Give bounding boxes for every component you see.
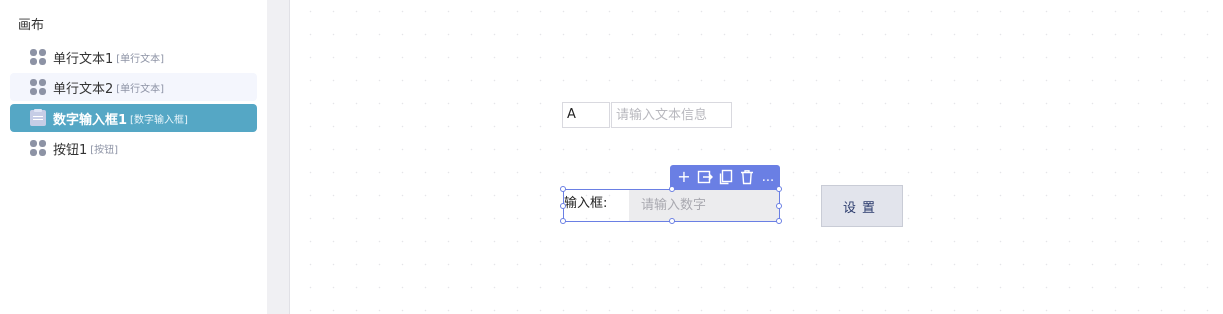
resize-handle[interactable] [669,218,675,224]
delete-icon[interactable] [738,167,756,187]
set-button[interactable]: 设置 [821,185,903,227]
grid-icon [30,140,46,156]
text-prefix-box[interactable]: A [562,102,610,128]
more-icon[interactable]: ... [759,167,777,187]
number-field-label: 输入框: [564,196,608,211]
grid-icon [30,49,46,65]
resize-handle[interactable] [560,186,566,192]
tree-item-type-tag: [数字输入框] [130,114,188,126]
resize-handle[interactable] [776,218,782,224]
tree-item-text2[interactable]: 单行文本2 [单行文本] [10,73,257,101]
outline-panel: 画布 单行文本1 [单行文本] 单行文本2 [单行文本] 数字输入框1 [数字输… [0,0,267,314]
resize-handle[interactable] [669,186,675,192]
move-into-icon[interactable] [696,167,714,187]
add-icon[interactable]: + [675,167,693,187]
tree-item-type-tag: [单行文本] [116,83,165,95]
panel-splitter[interactable] [267,0,290,314]
grid-icon [30,79,46,95]
tree-item-label: 按钮1 [53,142,88,158]
number-input-widget[interactable]: 输入框: [560,186,782,224]
resize-handle[interactable] [560,218,566,224]
tree-item-type-tag: [按钮] [90,144,119,156]
tree-item-label: 数字输入框1 [53,112,128,128]
clipboard-icon [30,109,46,126]
panel-title: 画布 [18,18,45,33]
resize-handle[interactable] [776,186,782,192]
tree-item-label: 单行文本1 [53,51,114,67]
tree-item-label: 单行文本2 [53,81,114,97]
text-input[interactable] [611,102,732,128]
tree-item-number-input1[interactable]: 数字输入框1 [数字输入框] [10,104,257,132]
number-input[interactable] [629,190,779,221]
tree-item-type-tag: [单行文本] [116,53,165,65]
tree-item-text1[interactable]: 单行文本1 [单行文本] [10,43,257,71]
copy-icon[interactable] [717,167,735,187]
resize-handle[interactable] [560,203,566,209]
tree-item-button1[interactable]: 按钮1 [按钮] [10,134,257,162]
widget-toolbar: + ... [670,165,780,189]
resize-handle[interactable] [776,203,782,209]
